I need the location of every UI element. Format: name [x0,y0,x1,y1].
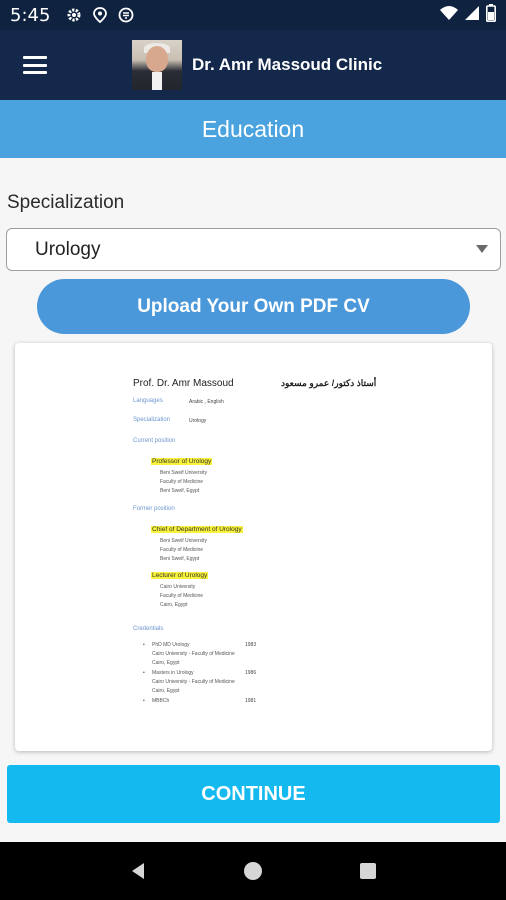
upload-pdf-cv-button[interactable]: Upload Your Own PDF CV [37,279,470,334]
pdf-line: Cairo, Egypt [152,688,180,694]
menu-button[interactable] [0,30,70,100]
pdf-line: Faculty of Medicine [160,547,204,553]
pdf-line: Beni Sweif University [160,470,207,476]
home-icon [243,862,262,880]
location-icon [90,5,110,25]
pdf-credential-title: MBBCh [152,698,170,704]
pdf-name-ar: أستاذ دكتور/ عمرو مسعود [281,378,377,388]
pdf-line: Beni Sweif University [160,538,207,544]
status-bar: 5:45 [0,0,506,30]
pdf-former1-title: Chief of Department of Urology [151,526,243,533]
status-right [440,3,496,27]
app-bar: Dr. Amr Massoud Clinic [0,30,506,100]
pdf-specialization-label: Specialization [133,417,171,423]
signal-icon [464,5,480,26]
pdf-line: Cairo University - Faculty of Medicine [152,651,235,657]
back-button[interactable] [123,856,153,886]
pdf-credential-title: Masters in Urology [152,670,194,676]
pdf-credential-title: PhD MD Urology [152,642,190,648]
app-title: Dr. Amr Massoud Clinic [192,55,383,74]
system-nav-bar [0,842,506,900]
pdf-bullet: • [143,670,145,676]
cast-icon [116,5,136,25]
pdf-bullet: • [143,642,145,648]
pdf-credentials-label: Credentials [133,626,164,632]
pdf-former2-title: Lecturer of Urology [151,572,209,579]
pdf-current-position-label: Current position [133,438,176,444]
battery-icon [486,3,496,27]
status-time: 5:45 [10,4,51,26]
gear-icon [64,5,84,25]
dropdown-arrow-icon [476,245,488,253]
pdf-line: Cairo, Egypt [160,602,188,608]
pdf-line: Cairo University - Faculty of Medicine [152,679,235,685]
hamburger-menu-icon [23,56,47,74]
pdf-line: Faculty of Medicine [160,593,204,599]
pdf-name-en: Prof. Dr. Amr Massoud [133,378,234,389]
pdf-preview[interactable]: Prof. Dr. Amr Massoud أستاذ دكتور/ عمرو … [15,343,492,751]
continue-button[interactable]: CONTINUE [7,765,500,823]
specialization-value: Urology [35,238,101,260]
pdf-bullet: • [143,698,145,704]
specialization-select[interactable]: Urology [6,228,501,271]
page-title: Education [0,100,506,158]
recents-button[interactable] [353,856,383,886]
recents-icon [360,863,377,879]
pdf-credential-year: 1981 [245,698,257,704]
pdf-line: Faculty of Medicine [160,479,204,485]
wifi-icon [440,5,458,26]
pdf-line: Cairo, Egypt [152,660,180,666]
pdf-former-position-label: Former position [133,506,175,512]
avatar [132,40,182,90]
pdf-credential-year: 1986 [245,670,257,676]
back-icon [131,863,144,879]
pdf-languages-value: Arabic , English [189,399,224,405]
pdf-languages-label: Languages [133,398,163,404]
content-area: Specialization Urology Upload Your Own P… [0,158,506,842]
pdf-specialization-value: Urology [189,418,207,424]
home-button[interactable] [238,856,268,886]
pdf-credential-year: 1983 [245,642,257,648]
pdf-line: Beni Sweif, Egypt [160,556,200,562]
pdf-line: Beni Sweif, Egypt [160,488,200,494]
pdf-current-title: Professor of Urology [151,458,213,465]
specialization-label: Specialization [7,192,125,213]
pdf-line: Cairo University [160,584,196,590]
